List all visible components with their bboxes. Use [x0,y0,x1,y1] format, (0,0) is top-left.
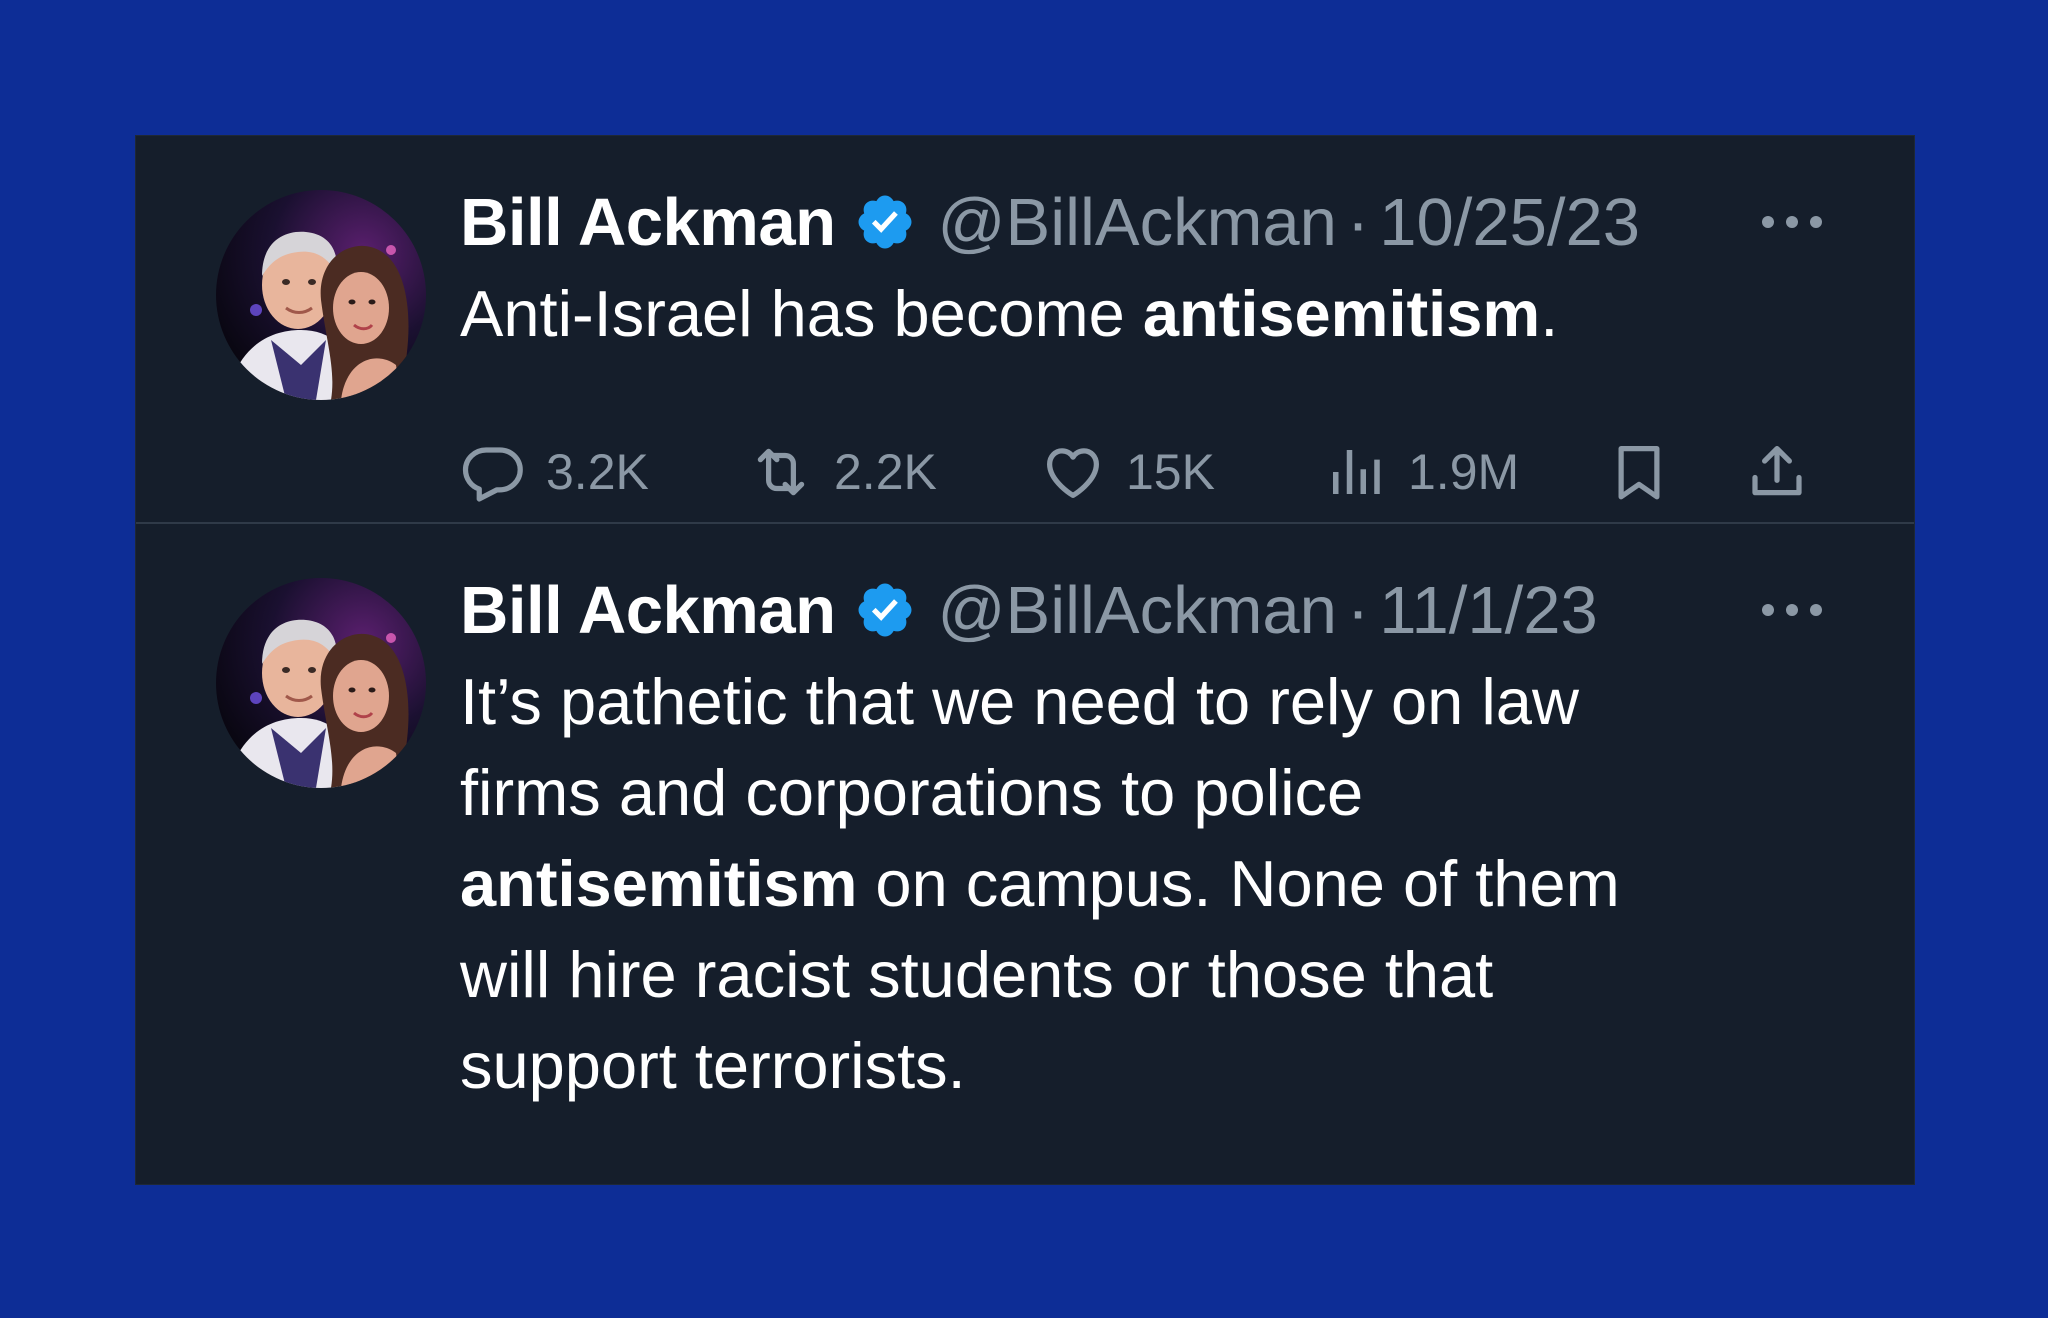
tweet-header: Bill Ackman @BillAckman · 11/1/23 [460,568,1834,652]
tweet-text-line: firms and corporations to police [460,756,1364,829]
tweet-text: It’s pathetic that we need to rely on la… [460,656,1834,1111]
views-button[interactable]: 1.9M [1322,434,1519,510]
tweet-card: Bill Ackman @BillAckman · 10/25/23 Anti-… [136,136,1914,1184]
heart-icon [1047,448,1099,498]
tweet-text-line: support terrorists. [460,1029,966,1102]
tweet-date[interactable]: 10/25/23 [1379,184,1640,261]
tweet-actions: 3.2K 2.2K 15K 1.9M [460,434,1834,510]
views-chart-icon [1333,450,1380,494]
share-button[interactable] [1744,434,1830,510]
reply-icon [462,447,523,502]
verified-badge-icon [854,579,916,641]
more-icon[interactable] [1760,210,1824,234]
more-icon[interactable] [1760,598,1824,622]
tweet-text-part: Anti-Israel has become [460,277,1143,350]
like-button[interactable]: 15K [1040,434,1215,510]
like-count: 15K [1126,444,1215,500]
repost-button[interactable]: 2.2K [748,434,937,510]
tweet-text-part: . [1540,277,1559,350]
reply-count: 3.2K [546,444,649,500]
author-name[interactable]: Bill Ackman [460,184,836,261]
tweet-text-line: will hire racist students or those that [460,938,1494,1011]
avatar[interactable] [216,190,426,400]
author-handle[interactable]: @BillAckman [938,572,1337,649]
author-handle[interactable]: @BillAckman [938,184,1337,261]
tweet-date[interactable]: 11/1/23 [1379,572,1598,649]
reply-button[interactable]: 3.2K [460,434,649,510]
tweet-content: Bill Ackman @BillAckman · 10/25/23 Anti-… [460,180,1834,502]
author-name[interactable]: Bill Ackman [460,572,836,649]
tweet-text: Anti-Israel has become antisemitism. [460,268,1834,359]
separator-dot: · [1346,572,1370,648]
tweet-header: Bill Ackman @BillAckman · 10/25/23 [460,180,1834,264]
tweet[interactable]: Bill Ackman @BillAckman · 10/25/23 Anti-… [136,136,1914,524]
verified-badge-icon [854,191,916,253]
tweet-text-line: It’s pathetic that we need to rely on la… [460,665,1579,738]
separator-dot: · [1346,184,1370,260]
repost-count: 2.2K [834,444,937,500]
bookmark-button[interactable] [1606,434,1692,510]
tweet-text-part: on campus. None of them [857,847,1620,920]
bookmark-icon [1618,446,1660,500]
tweet-text-bold: antisemitism [1142,277,1541,350]
repost-icon [757,448,805,496]
share-icon [1752,446,1802,496]
view-count: 1.9M [1408,444,1520,500]
avatar[interactable] [216,578,426,788]
tweet[interactable]: Bill Ackman @BillAckman · 11/1/23 It’s p… [136,524,1914,1184]
tweet-text-bold: antisemitism [460,847,858,920]
tweet-content: Bill Ackman @BillAckman · 11/1/23 It’s p… [460,568,1834,1111]
tweet-text-line: antisemitism on campus. None of them [460,838,1834,929]
